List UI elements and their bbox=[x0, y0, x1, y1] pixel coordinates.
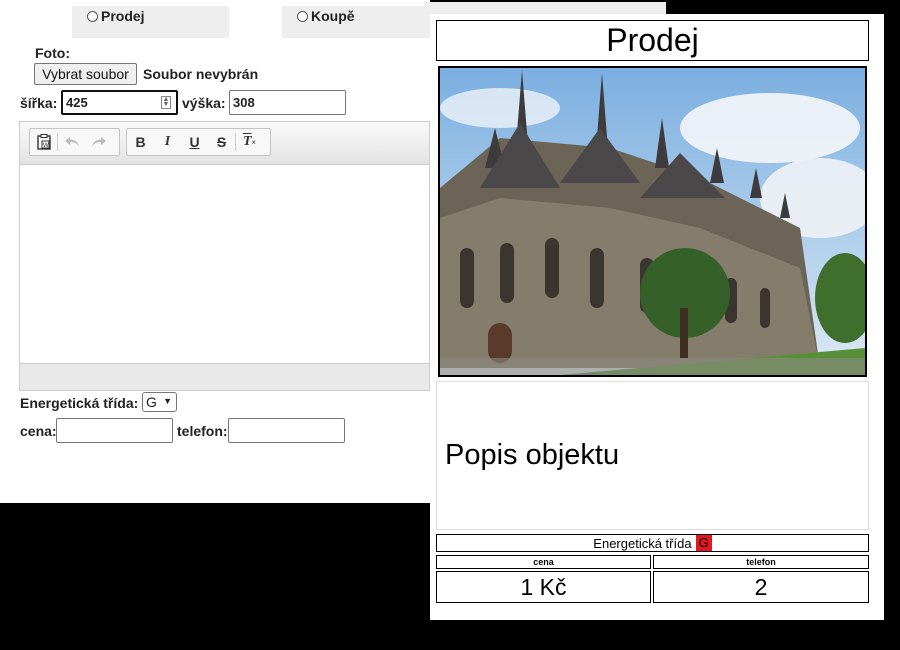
radio-koupe-group[interactable]: Koupě bbox=[297, 8, 355, 24]
spinner-icon[interactable]: ▲ ▼ bbox=[161, 96, 171, 109]
choose-file-button[interactable]: Vybrat soubor bbox=[34, 63, 137, 85]
svg-text:W: W bbox=[43, 143, 49, 149]
preview-energy-badge: G bbox=[695, 535, 712, 551]
radio-prodej[interactable] bbox=[87, 10, 98, 22]
height-label: výška: bbox=[182, 95, 226, 111]
strikethrough-icon[interactable]: S bbox=[208, 129, 235, 155]
bold-icon[interactable]: B bbox=[127, 129, 154, 155]
preview-description: Popis objektu bbox=[436, 381, 869, 530]
energy-select-value: G bbox=[146, 394, 157, 410]
price-input[interactable] bbox=[56, 418, 173, 443]
type-tabs: Prodej Koupě bbox=[0, 0, 430, 38]
preview-energy-row: Energetická třída G bbox=[436, 534, 869, 552]
preview-title: Prodej bbox=[436, 20, 869, 61]
preview-energy-label: Energetická třída bbox=[593, 535, 692, 551]
phone-label: telefon: bbox=[177, 423, 228, 439]
editor-panel: Prodej Koupě Foto: Vybrat soubor Soubor … bbox=[0, 0, 430, 503]
foto-label: Foto: bbox=[35, 45, 70, 61]
editor-toolbar: W B I U S T × bbox=[20, 122, 429, 165]
toolbar-group-format: B I U S T × bbox=[126, 128, 271, 156]
paste-word-icon[interactable]: W bbox=[30, 129, 57, 155]
energy-select[interactable]: G ▼ bbox=[142, 392, 177, 412]
undo-icon[interactable] bbox=[58, 129, 85, 155]
preview-phone-header: telefon bbox=[653, 555, 869, 569]
width-input[interactable]: 425 ▲ ▼ bbox=[61, 90, 178, 115]
no-file-text: Soubor nevybrán bbox=[143, 66, 259, 82]
preview-phone-value: 2 bbox=[653, 571, 869, 603]
preview-price-header: cena bbox=[436, 555, 651, 569]
cathedral-photo bbox=[440, 68, 865, 375]
energy-label: Energetická třída: bbox=[20, 395, 139, 411]
radio-prodej-group[interactable]: Prodej bbox=[87, 8, 145, 24]
radio-koupe[interactable] bbox=[297, 10, 308, 22]
preview-panel: Prodej Popis objektu Energetická třída G… bbox=[430, 14, 884, 620]
remove-format-icon[interactable]: T × bbox=[236, 129, 263, 155]
radio-koupe-label: Koupě bbox=[311, 8, 355, 24]
toolbar-group-clipboard: W bbox=[29, 128, 120, 156]
preview-top-strip bbox=[424, 2, 666, 14]
price-label: cena: bbox=[20, 423, 57, 439]
redo-icon[interactable] bbox=[85, 129, 112, 155]
italic-icon[interactable]: I bbox=[154, 129, 181, 155]
preview-price-value: 1 Kč bbox=[436, 571, 651, 603]
height-input[interactable]: 308 bbox=[229, 90, 346, 115]
height-value: 308 bbox=[233, 95, 255, 110]
editor-statusbar bbox=[20, 363, 429, 390]
phone-input[interactable] bbox=[228, 418, 345, 443]
radio-prodej-label: Prodej bbox=[101, 8, 145, 24]
chevron-down-icon: ▼ bbox=[163, 396, 172, 406]
preview-photo bbox=[438, 66, 867, 377]
rich-text-editor: W B I U S T × bbox=[19, 121, 430, 391]
underline-icon[interactable]: U bbox=[181, 129, 208, 155]
width-value: 425 bbox=[66, 95, 88, 110]
width-label: šířka: bbox=[20, 95, 58, 111]
remove-format-glyph: T bbox=[242, 134, 252, 149]
